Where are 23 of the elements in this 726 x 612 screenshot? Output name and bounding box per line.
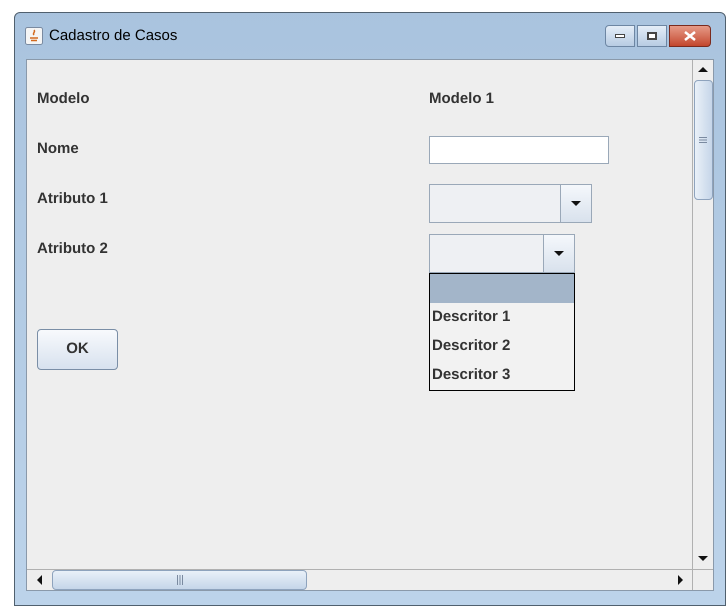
field-label: Modelo — [37, 89, 90, 109]
dropdown-option[interactable]: Descritor 1 — [430, 303, 574, 332]
close-button[interactable] — [669, 25, 711, 47]
field-label: Nome — [37, 139, 80, 159]
close-icon — [684, 31, 696, 41]
scroll-thumb[interactable] — [52, 570, 307, 590]
minimize-button[interactable] — [605, 25, 635, 47]
dropdown-box[interactable] — [429, 234, 575, 273]
vertical-scrollbar[interactable] — [692, 60, 713, 569]
dropdown-option[interactable]: Descritor 3 — [430, 361, 574, 390]
field-value: Modelo 1 — [429, 89, 494, 109]
grip-icon — [176, 575, 182, 585]
window-title: Cadastro de Casos — [49, 26, 178, 46]
dropdown-box[interactable] — [429, 184, 592, 223]
app-icon — [25, 27, 43, 45]
ok-button[interactable]: OK — [37, 329, 118, 370]
field-label: Atributo 2 — [37, 239, 109, 259]
maximize-button[interactable] — [637, 25, 667, 47]
grip-icon — [699, 137, 707, 143]
dropdown-option[interactable]: Descritor 2 — [430, 332, 574, 361]
input-field[interactable] — [429, 136, 609, 164]
field-label: Atributo 1 — [37, 189, 109, 209]
scroll-thumb[interactable] — [694, 80, 712, 200]
